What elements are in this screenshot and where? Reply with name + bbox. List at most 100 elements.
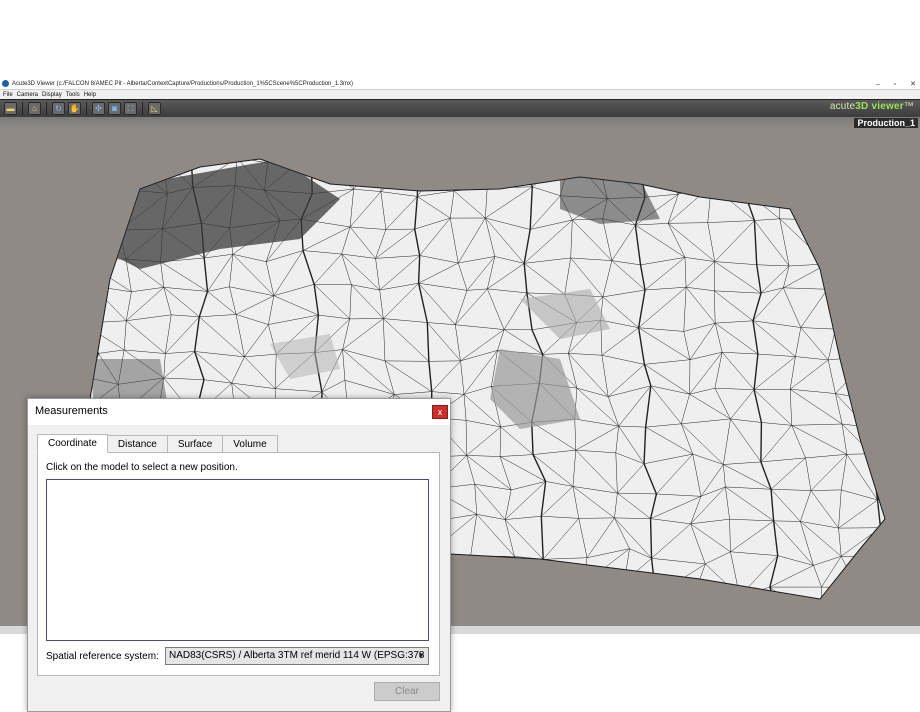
mesh-edge bbox=[554, 584, 584, 599]
mesh-edge bbox=[823, 195, 853, 200]
menu-help[interactable]: Help bbox=[84, 92, 96, 98]
mesh-edge bbox=[470, 555, 505, 582]
coordinate-results-box[interactable] bbox=[46, 479, 429, 641]
mesh-edge bbox=[678, 159, 708, 195]
window-title: Acute3D Viewer (c:/FALCON 8/AMEC Pit - A… bbox=[12, 80, 354, 87]
mesh-edge bbox=[345, 154, 384, 155]
mesh-edge bbox=[827, 220, 858, 265]
fullscreen-icon[interactable]: ⛶ bbox=[124, 102, 137, 115]
mesh-edge bbox=[90, 285, 93, 324]
mesh-edge bbox=[463, 616, 511, 617]
spatial-reference-select[interactable]: NAD83(CSRS) / Alberta 3TM ref merid 114 … bbox=[165, 647, 429, 665]
mesh-edge bbox=[638, 159, 666, 167]
mesh-edge bbox=[711, 185, 744, 191]
mesh-edge bbox=[846, 164, 885, 166]
mesh-edge bbox=[866, 426, 872, 454]
menu-tools[interactable]: Tools bbox=[66, 92, 80, 98]
mesh-edge bbox=[898, 330, 909, 363]
mesh-edge bbox=[624, 581, 656, 596]
tile-boundary bbox=[90, 187, 93, 223]
tile-boundary bbox=[845, 164, 853, 200]
mesh-edge bbox=[895, 225, 907, 261]
menu-bar: File Camera Display Tools Help bbox=[0, 90, 920, 99]
mesh-edge bbox=[539, 582, 583, 585]
mesh-edge bbox=[504, 556, 515, 581]
mesh-edge bbox=[863, 327, 885, 331]
mesh-edge bbox=[453, 165, 499, 192]
dialog-close-button[interactable]: x bbox=[432, 405, 448, 419]
mesh-edge bbox=[778, 159, 815, 192]
mesh-edge bbox=[870, 356, 874, 400]
clear-button[interactable]: Clear bbox=[374, 682, 440, 701]
dialog-title-bar: Measurements x bbox=[28, 399, 450, 425]
mesh-edge bbox=[90, 230, 120, 260]
tile-boundary bbox=[655, 595, 666, 599]
tab-coordinate[interactable]: Coordinate bbox=[37, 434, 108, 453]
mesh-edge bbox=[898, 597, 920, 625]
mesh-edge bbox=[380, 159, 419, 192]
measure-points-icon[interactable]: ✣ bbox=[92, 102, 105, 115]
menu-camera[interactable]: Camera bbox=[17, 92, 38, 98]
snapshot-icon[interactable]: ◙ bbox=[108, 102, 121, 115]
mesh-edge bbox=[862, 292, 885, 330]
tile-boundary bbox=[90, 322, 99, 354]
maximize-icon[interactable]: ▫ bbox=[894, 81, 896, 88]
minimize-icon[interactable]: – bbox=[876, 81, 880, 88]
measurement-tabs: Coordinate Distance Surface Volume bbox=[37, 434, 278, 453]
mesh-edge bbox=[888, 589, 898, 625]
mesh-edge bbox=[827, 289, 863, 294]
mesh-edge bbox=[707, 155, 745, 156]
mesh-edge bbox=[871, 453, 885, 467]
mesh-edge bbox=[582, 584, 619, 599]
mesh-edge bbox=[856, 555, 885, 588]
mesh-edge bbox=[851, 198, 858, 221]
mesh-edge bbox=[871, 355, 885, 363]
tab-distance[interactable]: Distance bbox=[107, 435, 168, 453]
mesh-edge bbox=[880, 527, 885, 567]
pan-hand-icon[interactable]: ✋ bbox=[68, 102, 81, 115]
app-logo-icon bbox=[2, 80, 9, 87]
mesh-edge bbox=[475, 583, 512, 599]
ruler-icon[interactable]: ◺ bbox=[148, 102, 161, 115]
mesh-edge bbox=[511, 617, 554, 621]
mesh-edge bbox=[898, 260, 907, 286]
menu-file[interactable]: File bbox=[3, 92, 13, 98]
mesh-edge bbox=[90, 187, 129, 191]
mesh-edge bbox=[851, 164, 885, 200]
mesh-edge bbox=[820, 587, 858, 599]
mesh-edge bbox=[475, 580, 505, 584]
scene-header-bar bbox=[0, 117, 920, 129]
toolbar-separator bbox=[142, 102, 143, 115]
mesh-edge bbox=[778, 190, 824, 197]
close-icon[interactable]: ✕ bbox=[910, 80, 916, 88]
mesh-edge bbox=[90, 222, 92, 260]
mesh-edge bbox=[91, 222, 120, 231]
orbit-icon[interactable]: ↻ bbox=[52, 102, 65, 115]
mesh-edge bbox=[90, 187, 92, 223]
spatial-reference-label: Spatial reference system: bbox=[46, 651, 159, 662]
mesh-edge bbox=[824, 220, 828, 264]
menu-display[interactable]: Display bbox=[42, 92, 62, 98]
mesh-edge bbox=[823, 164, 847, 196]
mesh-edge bbox=[555, 616, 583, 621]
mesh-edge bbox=[618, 619, 665, 626]
mesh-edge bbox=[90, 258, 93, 287]
mesh-edge bbox=[743, 190, 779, 192]
mesh-edge bbox=[655, 588, 697, 596]
tile-boundary bbox=[851, 198, 859, 221]
mesh-edge bbox=[504, 580, 512, 599]
mesh-edge bbox=[463, 583, 476, 599]
tab-surface[interactable]: Surface bbox=[167, 435, 224, 453]
mesh-edge bbox=[470, 555, 476, 584]
mesh-edge bbox=[597, 159, 639, 160]
window-controls: – ▫ ✕ bbox=[876, 78, 916, 90]
open-folder-icon[interactable]: ▬ bbox=[4, 102, 17, 115]
mesh-edge bbox=[745, 159, 775, 164]
mesh-edge bbox=[487, 159, 520, 189]
tab-volume[interactable]: Volume bbox=[223, 435, 278, 453]
mesh-edge bbox=[892, 556, 918, 567]
mesh-edge bbox=[883, 164, 885, 191]
mesh-edge bbox=[774, 159, 815, 164]
home-icon[interactable]: ⌂ bbox=[28, 102, 41, 115]
mesh-edge bbox=[860, 253, 885, 287]
